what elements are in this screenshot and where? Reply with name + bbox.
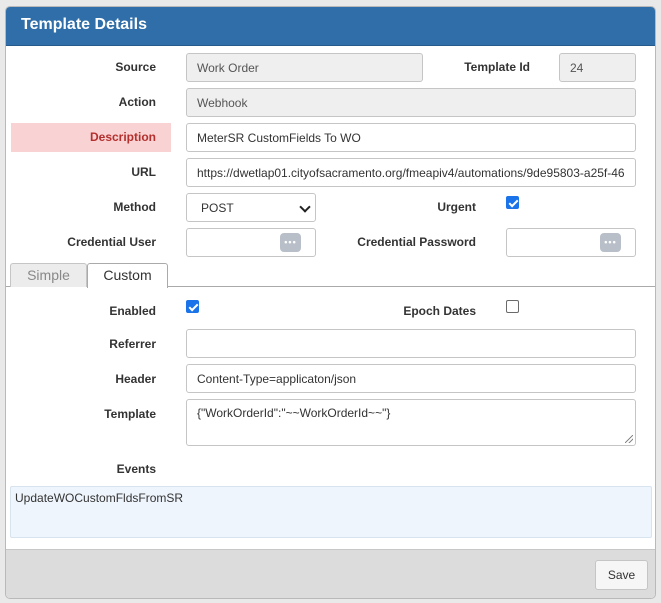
tab-simple[interactable]: Simple [10, 263, 87, 287]
action-label: Action [118, 95, 156, 109]
method-label: Method [113, 200, 156, 214]
template-text: {"WorkOrderId":"~~WorkOrderId~~"} [197, 406, 391, 420]
credential-user-label: Credential User [67, 235, 156, 249]
referrer-input[interactable] [186, 329, 636, 358]
source-label: Source [115, 60, 156, 74]
description-label: Description [89, 130, 156, 144]
enabled-label: Enabled [109, 304, 156, 318]
template-id-field: 24 [559, 53, 636, 82]
referrer-label: Referrer [109, 337, 156, 351]
credential-user-input[interactable]: ••• [186, 228, 316, 257]
description-input[interactable]: MeterSR CustomFields To WO [186, 123, 636, 152]
action-field: Webhook [186, 88, 636, 117]
method-select[interactable]: POST [186, 193, 316, 222]
credential-password-input[interactable]: ••• [506, 228, 636, 257]
header-label: Header [115, 372, 156, 386]
resize-grip-icon[interactable] [625, 435, 633, 443]
tab-custom[interactable]: Custom [87, 263, 168, 288]
password-manager-icon[interactable]: ••• [600, 233, 621, 252]
chevron-down-icon [299, 201, 311, 213]
events-label: Events [116, 462, 156, 476]
enabled-checkbox[interactable] [186, 300, 199, 313]
password-manager-icon[interactable]: ••• [280, 233, 301, 252]
panel-footer: Save [6, 549, 655, 598]
epoch-dates-label: Epoch Dates [403, 304, 476, 318]
urgent-label: Urgent [437, 200, 476, 214]
list-item[interactable]: UpdateWOCustomFldsFromSR [15, 491, 647, 505]
credential-password-label: Credential Password [357, 235, 476, 249]
url-input[interactable]: https://dwetlap01.cityofsacramento.org/f… [186, 158, 636, 187]
source-field: Work Order [186, 53, 423, 82]
template-details-panel: Template Details Source Work Order Templ… [5, 6, 656, 599]
method-selected-value: POST [201, 201, 234, 215]
url-label: URL [131, 165, 156, 179]
save-button[interactable]: Save [595, 560, 648, 590]
template-textarea[interactable]: {"WorkOrderId":"~~WorkOrderId~~"} [186, 399, 636, 446]
urgent-checkbox[interactable] [506, 196, 519, 209]
template-id-label: Template Id [464, 60, 530, 74]
epoch-dates-checkbox[interactable] [506, 300, 519, 313]
header-input[interactable]: Content-Type=applicaton/json [186, 364, 636, 393]
events-list[interactable]: UpdateWOCustomFldsFromSR [10, 486, 652, 538]
panel-title: Template Details [6, 7, 655, 46]
template-label: Template [104, 407, 156, 421]
